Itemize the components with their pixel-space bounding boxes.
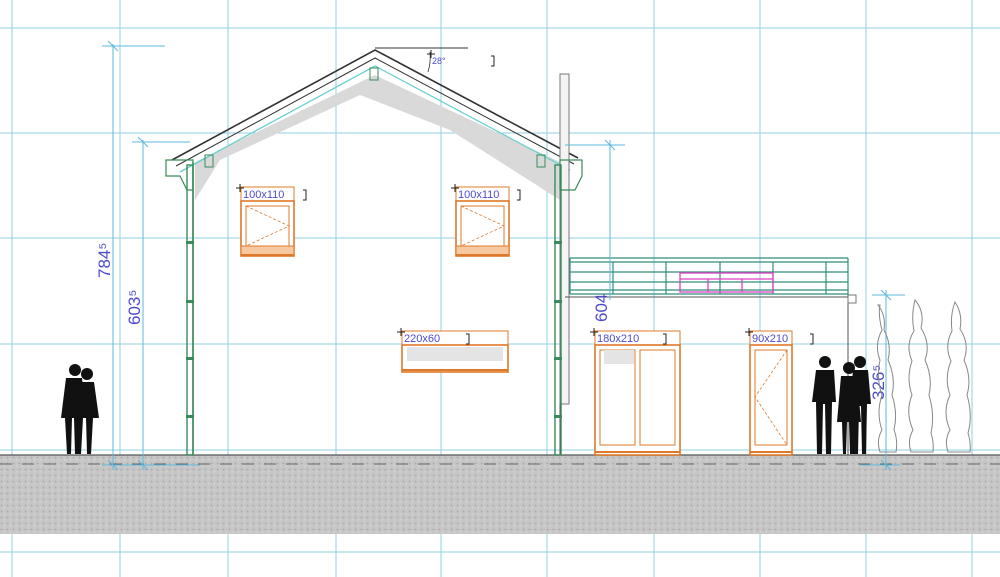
- door-90x210: 90x210: [749, 330, 793, 456]
- door-label-2: 90x210: [752, 333, 788, 345]
- door-180x210: 180x210: [594, 330, 681, 456]
- elevation-drawing: 28° 100x110 100x110 220x60 180x210 90x21…: [0, 0, 1000, 577]
- window-100x110-right: 100x110: [455, 186, 510, 257]
- dim-extension-height: 604: [592, 294, 611, 322]
- tree-icon: [876, 298, 971, 453]
- dim-total-height: 784⁵: [95, 243, 114, 278]
- window-label-2: 100x110: [458, 189, 499, 201]
- window-label-1: 100x110: [243, 189, 284, 201]
- roof-shadow: [195, 75, 560, 200]
- people-silhouette-icon: [61, 364, 99, 454]
- dim-eave-height: 603⁵: [125, 290, 144, 325]
- window-220x60: 220x60: [401, 330, 509, 373]
- people-silhouette-icon: [812, 356, 871, 454]
- roof-angle-label: 28°: [432, 56, 446, 66]
- window-100x110-left: 100x110: [240, 186, 295, 257]
- door-label-1: 180x210: [597, 333, 639, 345]
- window-label-3: 220x60: [404, 333, 440, 345]
- ground: [0, 454, 1000, 534]
- left-gutter-pipe: [186, 164, 194, 456]
- terrace-railing: [569, 257, 849, 297]
